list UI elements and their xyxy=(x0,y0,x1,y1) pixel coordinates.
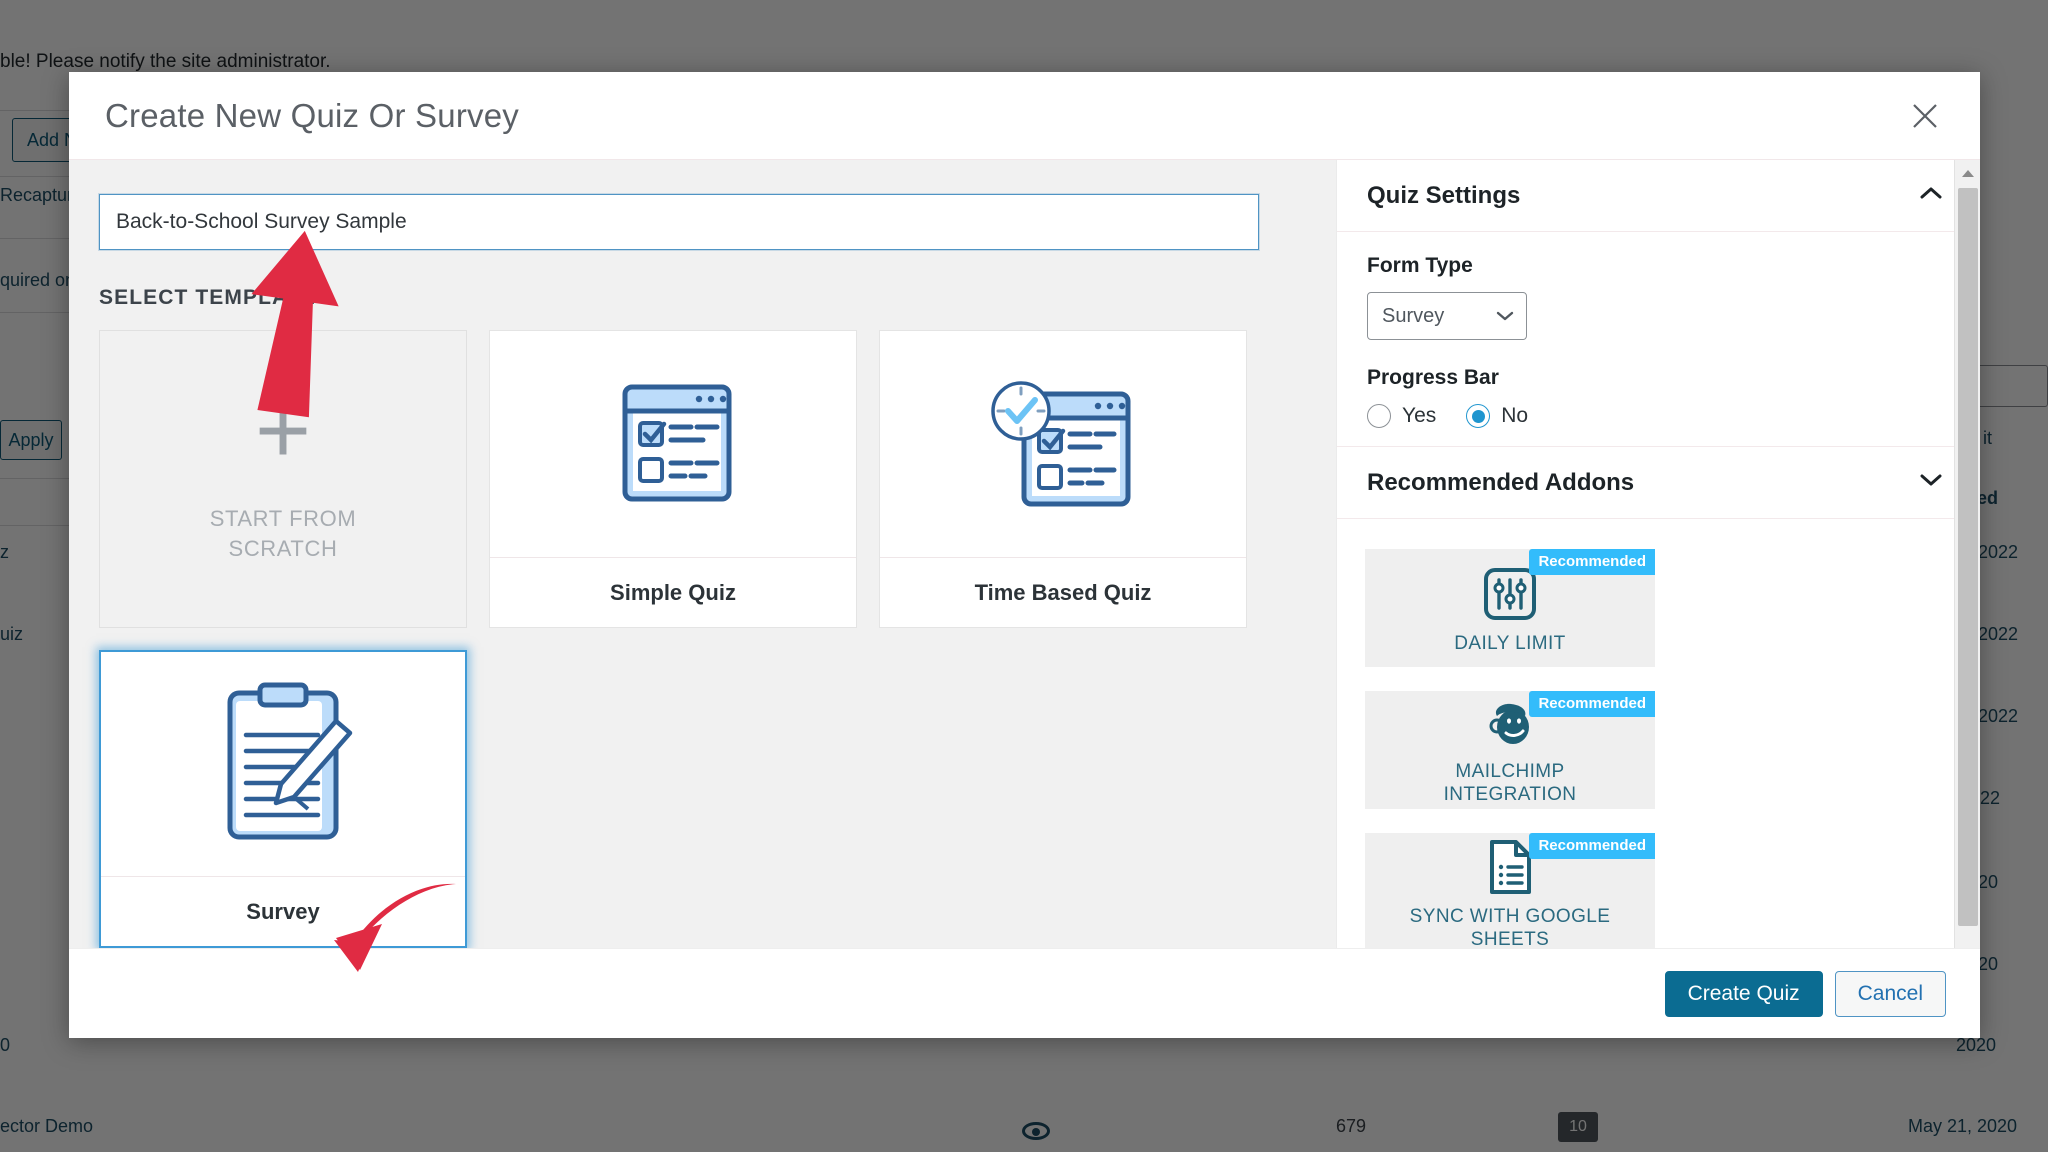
progress-bar-radio-group: Yes No xyxy=(1367,404,1950,428)
chevron-down-icon xyxy=(1496,305,1514,328)
modal-scrollbar[interactable] xyxy=(1954,160,1980,948)
modal-footer: Create Quiz Cancel xyxy=(69,948,1980,1038)
recommended-addons-title: Recommended Addons xyxy=(1367,469,1634,497)
template-card-label: Simple Quiz xyxy=(490,557,856,627)
triangle-up-icon[interactable] xyxy=(1955,160,1980,186)
form-type-value: Survey xyxy=(1382,305,1444,328)
progress-bar-option-no[interactable]: No xyxy=(1466,404,1528,428)
template-card-start-from-scratch[interactable]: + START FROM SCRATCH xyxy=(99,330,467,628)
plus-icon: + xyxy=(255,393,311,470)
clipboard-pencil-icon xyxy=(101,652,465,876)
template-card-label: Survey xyxy=(101,876,465,946)
addons-grid: Recommended DAILY LIMIT Recommended xyxy=(1337,519,1980,948)
quiz-settings-header[interactable]: Quiz Settings xyxy=(1337,160,1980,232)
clock-checklist-window-icon xyxy=(880,331,1246,557)
chevron-down-icon[interactable] xyxy=(1920,473,1942,492)
chevron-up-icon[interactable] xyxy=(1920,186,1942,205)
template-card-label: START FROM SCRATCH xyxy=(210,504,357,566)
template-card-simple-quiz[interactable]: Simple Quiz xyxy=(489,330,857,628)
cancel-button[interactable]: Cancel xyxy=(1835,971,1946,1017)
template-card-time-based-quiz[interactable]: Time Based Quiz xyxy=(879,330,1247,628)
modal-header: Create New Quiz Or Survey xyxy=(69,72,1980,160)
modal-body: SELECT TEMPLATE + START FROM SCRATCH xyxy=(69,160,1980,948)
radio-icon[interactable] xyxy=(1367,404,1391,428)
quiz-settings-title: Quiz Settings xyxy=(1367,182,1520,210)
form-type-select[interactable]: Survey xyxy=(1367,292,1527,340)
status-badge: Recommended xyxy=(1529,833,1655,859)
form-type-label: Form Type xyxy=(1367,254,1950,278)
radio-label: No xyxy=(1501,404,1528,428)
sliders-icon xyxy=(1482,566,1538,627)
addon-label: DAILY LIMIT xyxy=(1454,633,1565,655)
template-card-label: Time Based Quiz xyxy=(880,557,1246,627)
create-quiz-modal: Create New Quiz Or Survey SELECT TEMPLAT… xyxy=(69,72,1980,1038)
quiz-title-input[interactable] xyxy=(99,194,1259,250)
addon-card-sync-google-sheets[interactable]: Recommended SYNC WITH GOOGLE SHEETS xyxy=(1365,833,1655,948)
template-card-survey[interactable]: Survey xyxy=(99,650,467,948)
close-icon[interactable] xyxy=(1904,95,1946,137)
status-badge: Recommended xyxy=(1529,691,1655,717)
radio-label: Yes xyxy=(1402,404,1436,428)
addon-card-daily-limit[interactable]: Recommended DAILY LIMIT xyxy=(1365,549,1655,667)
select-template-label: SELECT TEMPLATE xyxy=(99,286,1306,310)
radio-icon[interactable] xyxy=(1466,404,1490,428)
addon-label: SYNC WITH GOOGLE SHEETS xyxy=(1410,906,1611,948)
progress-bar-option-yes[interactable]: Yes xyxy=(1367,404,1436,428)
recommended-addons-header[interactable]: Recommended Addons xyxy=(1337,447,1980,519)
scrollbar-thumb[interactable] xyxy=(1958,188,1978,926)
progress-bar-label: Progress Bar xyxy=(1367,366,1950,390)
page-title: Create New Quiz Or Survey xyxy=(105,97,519,135)
quiz-settings-body: Form Type Survey Progress Bar Yes No xyxy=(1337,232,1980,447)
settings-pane: Quiz Settings Form Type Survey Progress … xyxy=(1336,160,1980,948)
document-list-icon xyxy=(1486,839,1534,900)
status-badge: Recommended xyxy=(1529,549,1655,575)
addon-card-mailchimp-integration[interactable]: Recommended MAILCHIMP INTEGRATION xyxy=(1365,691,1655,809)
template-grid: + START FROM SCRATCH xyxy=(99,330,1306,948)
addon-label: MAILCHIMP INTEGRATION xyxy=(1444,761,1577,806)
checklist-window-icon xyxy=(490,331,856,557)
template-pane: SELECT TEMPLATE + START FROM SCRATCH xyxy=(69,160,1336,948)
create-quiz-button[interactable]: Create Quiz xyxy=(1665,971,1823,1017)
